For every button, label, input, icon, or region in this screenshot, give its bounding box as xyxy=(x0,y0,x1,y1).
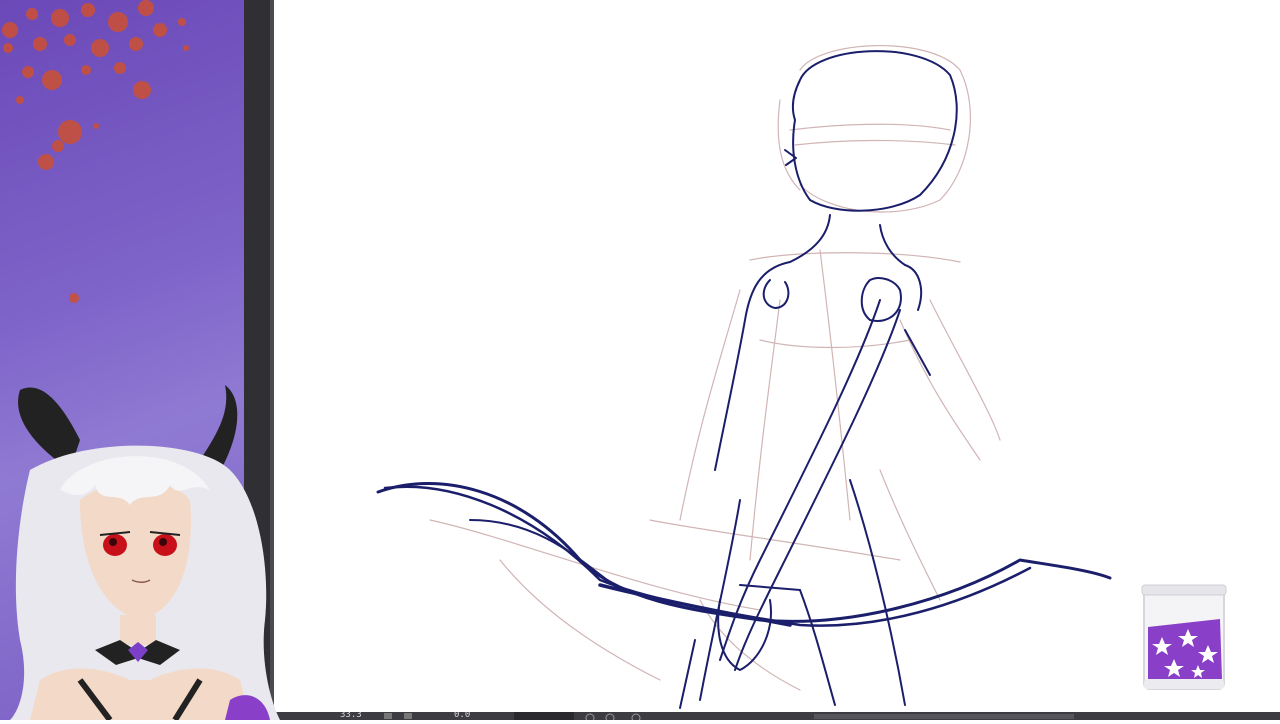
horizontal-scrollbar xyxy=(814,714,1074,719)
status-bar-icons xyxy=(384,712,1074,720)
zoom-out-icon xyxy=(384,713,392,719)
rotate-left-icon xyxy=(585,713,595,720)
sketch-artwork xyxy=(376,45,1112,709)
status-bar: 33.3 0.0 xyxy=(274,712,1280,720)
line-art-layer xyxy=(376,50,1112,709)
rough-sketch-layer xyxy=(429,45,1001,691)
rotate-right-icon xyxy=(605,713,615,720)
drawing-canvas[interactable] xyxy=(274,0,1280,712)
flip-icon xyxy=(631,713,641,720)
zoom-in-icon xyxy=(404,713,412,719)
star-jar-icon xyxy=(1138,583,1230,695)
vtuber-avatar xyxy=(0,380,290,722)
scroll-track xyxy=(514,712,574,720)
